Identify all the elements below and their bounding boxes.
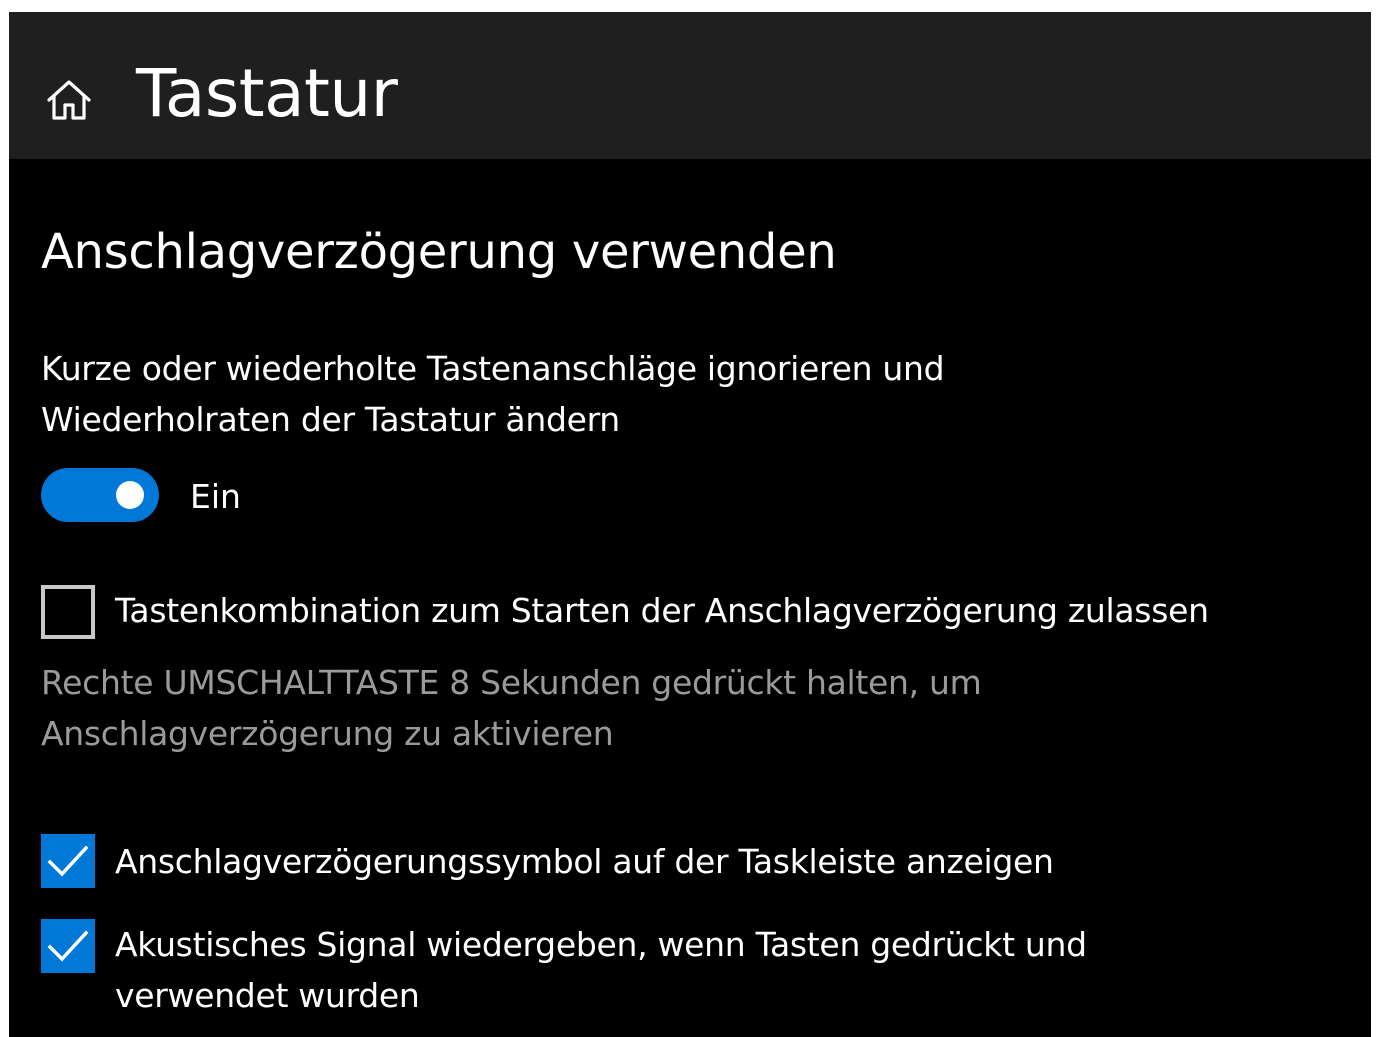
sound-signal-checkbox[interactable]: [41, 919, 95, 973]
filter-keys-toggle[interactable]: [41, 468, 159, 522]
settings-window: Tastatur Anschlagverzögerung verwenden K…: [9, 12, 1371, 1037]
home-icon[interactable]: [43, 74, 95, 126]
page-title: Tastatur: [136, 55, 398, 132]
toggle-state-label: Ein: [190, 477, 241, 516]
toggle-knob: [116, 481, 144, 509]
taskbar-icon-checkbox[interactable]: [41, 834, 95, 888]
checkmark-icon: [47, 845, 89, 877]
title-bar: Tastatur: [9, 12, 1371, 159]
taskbar-icon-checkbox-label[interactable]: Anschlagverzögerungssymbol auf der Taskl…: [115, 836, 1054, 887]
checkmark-icon: [47, 930, 89, 962]
sound-signal-checkbox-label[interactable]: Akustisches Signal wiedergeben, wenn Tas…: [115, 919, 1115, 1021]
shortcut-hint: Rechte UMSCHALTTASTE 8 Sekunden gedrückt…: [41, 663, 982, 753]
section-description: Kurze oder wiederholte Tastenanschläge i…: [41, 349, 945, 439]
shortcut-checkbox-label[interactable]: Tastenkombination zum Starten der Anschl…: [115, 585, 1209, 636]
section-heading: Anschlagverzögerung verwenden: [41, 224, 837, 280]
shortcut-checkbox[interactable]: [41, 585, 95, 639]
